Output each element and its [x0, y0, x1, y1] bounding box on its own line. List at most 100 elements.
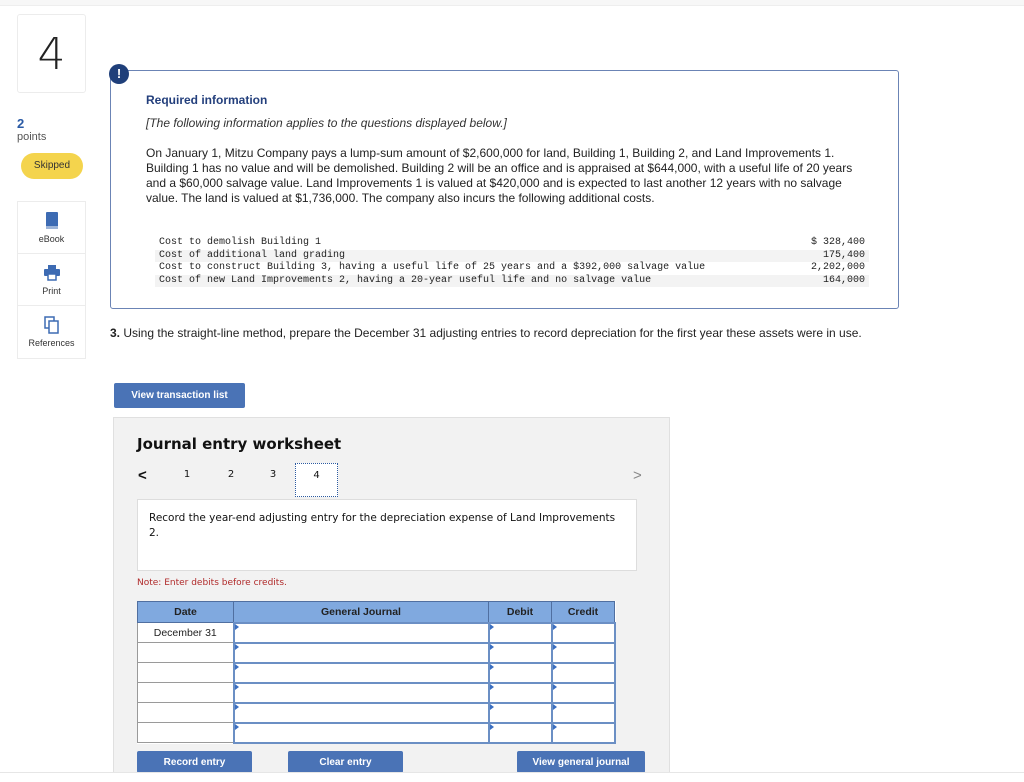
cost-amount: 164,000	[822, 274, 865, 286]
credit-input[interactable]	[552, 644, 614, 663]
account-cell[interactable]	[232, 661, 490, 684]
account-cell[interactable]	[232, 701, 490, 724]
debit-input[interactable]	[489, 724, 551, 743]
account-cell[interactable]	[232, 681, 490, 704]
worksheet-tab-1[interactable]: 1	[180, 469, 194, 480]
credit-cell[interactable]	[550, 721, 616, 744]
account-input[interactable]	[234, 664, 488, 683]
account-input[interactable]	[234, 624, 488, 643]
ebook-button[interactable]: eBook	[18, 202, 85, 254]
debit-cell[interactable]	[487, 621, 553, 644]
prompt-text: Using the straight-line method, prepare …	[120, 326, 862, 340]
credit-cell[interactable]	[550, 701, 616, 724]
date-cell	[137, 682, 234, 703]
points-value: 2	[17, 116, 25, 131]
debit-cell[interactable]	[487, 681, 553, 704]
references-label: References	[28, 338, 75, 348]
copy-icon	[18, 316, 85, 334]
view-transaction-list-button[interactable]: View transaction list	[114, 383, 245, 408]
journal-row	[137, 721, 616, 744]
tools-panel: eBook Print References	[17, 201, 86, 359]
account-input[interactable]	[234, 684, 488, 703]
debit-input[interactable]	[489, 704, 551, 723]
cost-table: Cost to demolish Building 1 $ 328,400 Cos…	[155, 237, 869, 287]
account-cell[interactable]	[232, 621, 490, 644]
references-button[interactable]: References	[18, 306, 85, 358]
cost-amount: 175,400	[822, 249, 865, 261]
debit-cell[interactable]	[487, 721, 553, 744]
top-bar	[0, 0, 1024, 6]
credit-input[interactable]	[552, 724, 614, 743]
credit-input[interactable]	[552, 664, 614, 683]
cost-row: Cost to demolish Building 1 $ 328,400	[155, 237, 869, 250]
question-number: 4	[17, 14, 86, 93]
entry-description: Record the year-end adjusting entry for …	[137, 499, 637, 571]
date-cell	[137, 662, 234, 683]
journal-row	[137, 661, 616, 684]
bottom-bar	[0, 772, 1024, 782]
account-cell[interactable]	[232, 641, 490, 664]
entry-note: Note: Enter debits before credits.	[137, 578, 287, 588]
cost-row: Cost of additional land grading 175,400	[155, 249, 869, 262]
chevron-right-icon[interactable]: >	[633, 467, 642, 484]
cost-row: Cost to construct Building 3, having a u…	[155, 262, 869, 275]
cost-label: Cost of additional land grading	[159, 249, 346, 261]
cost-row: Cost of new Land Improvements 2, having …	[155, 274, 869, 287]
credit-cell[interactable]	[550, 641, 616, 664]
col-credit: Credit	[551, 601, 615, 623]
debit-cell[interactable]	[487, 641, 553, 664]
account-input[interactable]	[234, 724, 488, 743]
points-label: points	[17, 131, 47, 143]
question-prompt: 3. Using the straight-line method, prepa…	[110, 326, 905, 341]
printer-icon	[18, 264, 85, 282]
journal-row: December 31	[137, 621, 616, 644]
debit-input[interactable]	[489, 684, 551, 703]
debit-input[interactable]	[489, 624, 551, 643]
journal-row	[137, 701, 616, 724]
date-cell: December 31	[137, 622, 234, 643]
col-debit: Debit	[488, 601, 552, 623]
journal-row	[137, 641, 616, 664]
debit-cell[interactable]	[487, 701, 553, 724]
date-cell	[137, 702, 234, 723]
debit-cell[interactable]	[487, 661, 553, 684]
account-input[interactable]	[234, 704, 488, 723]
info-body: On January 1, Mitzu Company pays a lump-…	[146, 146, 853, 205]
print-label: Print	[42, 286, 61, 296]
credit-cell[interactable]	[550, 681, 616, 704]
print-button[interactable]: Print	[18, 254, 85, 306]
cost-label: Cost to demolish Building 1	[159, 237, 322, 248]
worksheet-tab-2[interactable]: 2	[224, 469, 238, 480]
debit-input[interactable]	[489, 664, 551, 683]
worksheet-tab-3[interactable]: 3	[266, 469, 280, 480]
credit-input[interactable]	[552, 624, 614, 643]
status-badge: Skipped	[21, 153, 83, 179]
alert-icon: !	[109, 64, 129, 84]
cost-label: Cost of new Land Improvements 2, having …	[159, 274, 652, 286]
journal-table: Date General Journal Debit Credit Decemb…	[137, 601, 616, 744]
journal-entry-worksheet: Journal entry worksheet < 1 2 3 4 > Reco…	[113, 417, 670, 777]
clear-entry-button[interactable]: Clear entry	[288, 751, 403, 773]
col-date: Date	[137, 601, 234, 623]
worksheet-tab-4[interactable]: 4	[295, 463, 338, 497]
credit-cell[interactable]	[550, 661, 616, 684]
info-title: Required information	[146, 93, 268, 107]
journal-row	[137, 681, 616, 704]
credit-cell[interactable]	[550, 621, 616, 644]
worksheet-title: Journal entry worksheet	[137, 435, 342, 453]
cost-label: Cost to construct Building 3, having a u…	[159, 262, 706, 273]
info-subtitle: [The following information applies to th…	[146, 116, 507, 130]
journal-header-row: Date General Journal Debit Credit	[137, 601, 615, 623]
view-general-journal-button[interactable]: View general journal	[517, 751, 645, 773]
chevron-left-icon[interactable]: <	[138, 467, 147, 484]
record-entry-button[interactable]: Record entry	[137, 751, 252, 773]
credit-input[interactable]	[552, 684, 614, 703]
account-cell[interactable]	[232, 721, 490, 744]
date-cell	[137, 642, 234, 663]
ebook-label: eBook	[38, 234, 65, 244]
required-information-box: Required information [The following info…	[110, 70, 899, 309]
credit-input[interactable]	[552, 704, 614, 723]
cost-amount: 2,202,000	[810, 262, 865, 273]
debit-input[interactable]	[489, 644, 551, 663]
account-input[interactable]	[234, 644, 488, 663]
